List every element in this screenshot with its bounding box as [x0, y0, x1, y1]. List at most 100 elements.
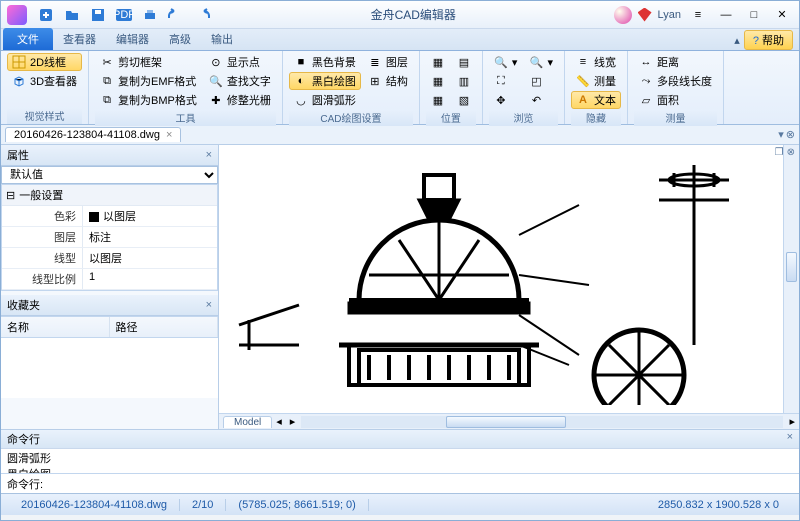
tab-output[interactable]: 输出 [201, 28, 243, 50]
command-log-panel: 命令行 × 圆滑弧形 黑白绘图 [1, 429, 799, 473]
command-input[interactable] [43, 478, 793, 490]
open-file-button[interactable] [61, 4, 83, 26]
vip-gem-icon[interactable] [638, 8, 652, 22]
save-file-button[interactable] [87, 4, 109, 26]
ribbon-label-cad: CAD绘图设置 [289, 109, 413, 126]
print-button[interactable] [139, 4, 161, 26]
close-window-button[interactable]: ✕ [771, 4, 793, 26]
model-tab[interactable]: Model [223, 416, 272, 428]
copy-emf-icon: ⧉ [100, 74, 114, 88]
title-bar: PDF 金舟CAD编辑器 Lyan ≡ — □ ✕ [1, 1, 799, 29]
clip-icon: ✂ [100, 55, 114, 69]
document-tab-close-icon[interactable]: × [166, 129, 172, 141]
ruler-icon: 📏 [576, 74, 590, 88]
btn-find-text[interactable]: 🔍查找文字 [204, 72, 276, 90]
file-menu-button[interactable]: 文件 [3, 28, 53, 50]
btn-pos-1[interactable]: ▦ [426, 53, 450, 71]
btn-pos-6[interactable]: ▧ [452, 91, 476, 109]
pdf-export-button[interactable]: PDF [113, 4, 135, 26]
btn-clip-frame[interactable]: ✂剪切框架 [95, 53, 202, 71]
zoom-out-icon: 🔍 [529, 55, 543, 69]
prop-row-layer[interactable]: 图层标注 [2, 227, 217, 248]
favorites-title: 收藏夹 [7, 297, 40, 313]
new-file-button[interactable] [35, 4, 57, 26]
user-name: Lyan [658, 9, 681, 21]
btn-black-bg[interactable]: ■黑色背景 [289, 53, 361, 71]
favorites-header: 收藏夹 × [1, 295, 218, 316]
tab-close-all-icon[interactable]: ⊗ [786, 128, 795, 141]
favorites-col-path[interactable]: 路径 [110, 317, 219, 337]
ribbon-label-measure: 测量 [634, 109, 717, 126]
ribbon-label-browse: 浏览 [489, 109, 558, 126]
btn-copy-bmp[interactable]: ⧉复制为BMP格式 [95, 91, 202, 109]
prop-row-color[interactable]: 色彩以图层 [2, 206, 217, 227]
btn-2d-wireframe[interactable]: 2D线框 [7, 53, 82, 71]
properties-header: 属性 × [1, 145, 218, 166]
btn-pos-4[interactable]: ▤ [452, 53, 476, 71]
btn-show-points[interactable]: ⊙显示点 [204, 53, 276, 71]
btn-repair-raster[interactable]: ✚修整光栅 [204, 91, 276, 109]
prop-row-linescale[interactable]: 线型比例1 [2, 269, 217, 290]
btn-lineweight[interactable]: ≡线宽 [571, 53, 621, 71]
btn-distance[interactable]: ↔距离 [634, 53, 717, 71]
ribbon-label-position: 位置 [426, 109, 476, 126]
area-icon: ▱ [639, 93, 653, 107]
tab-advanced[interactable]: 高级 [159, 28, 201, 50]
drawing-canvas[interactable] [219, 145, 799, 413]
tab-nav-right-icon[interactable]: ▸ [286, 415, 300, 428]
btn-area[interactable]: ▱面积 [634, 91, 717, 109]
btn-zoom-prev[interactable]: ↶ [524, 91, 558, 109]
command-log-content: 圆滑弧形 黑白绘图 [1, 449, 799, 473]
btn-layers[interactable]: ≣图层 [363, 53, 413, 71]
btn-text-hide[interactable]: A文本 [571, 91, 621, 109]
window-title: 金舟CAD编辑器 [213, 6, 614, 23]
tab-overflow-icon[interactable]: ▾ [778, 128, 784, 141]
zoom-in-icon: 🔍 [494, 55, 508, 69]
undo-button[interactable] [165, 4, 187, 26]
command-log-close-icon[interactable]: × [787, 431, 793, 447]
favorites-close-icon[interactable]: × [206, 299, 212, 311]
zoom-prev-icon: ↶ [529, 93, 543, 107]
canvas-close-icon[interactable]: ⊗ [787, 147, 795, 158]
btn-measure-hide[interactable]: 📏测量 [571, 72, 621, 90]
vertical-scrollbar[interactable] [783, 145, 799, 413]
scroll-right-icon[interactable]: ▸ [785, 415, 799, 428]
btn-smooth-arc[interactable]: ◡圆滑弧形 [289, 91, 361, 109]
btn-zoom-out[interactable]: 🔍▾ [524, 53, 558, 71]
btn-pos-3[interactable]: ▦ [426, 91, 450, 109]
help-button[interactable]: ? 帮助 [744, 30, 793, 50]
menu-button[interactable]: ≡ [687, 4, 709, 26]
horizontal-scrollbar[interactable] [301, 416, 783, 428]
btn-bw-drawing[interactable]: ◐黑白绘图 [289, 72, 361, 90]
properties-default-select[interactable]: 默认值 [1, 166, 218, 184]
maximize-button[interactable]: □ [743, 4, 765, 26]
prop-row-linetype[interactable]: 线型以图层 [2, 248, 217, 269]
tab-nav-left-icon[interactable]: ◂ [272, 415, 286, 428]
ribbon-group-tools: ✂剪切框架 ⧉复制为EMF格式 ⧉复制为BMP格式 ⊙显示点 🔍查找文字 ✚修整… [89, 51, 283, 124]
favorites-col-name[interactable]: 名称 [1, 317, 110, 337]
btn-pan[interactable]: ✥ [489, 91, 523, 109]
ribbon-group-hide: ≡线宽 📏测量 A文本 隐藏 [565, 51, 628, 124]
btn-structure[interactable]: ⊞结构 [363, 72, 413, 90]
canvas-restore-icon[interactable]: ❐ [775, 147, 784, 158]
ribbon-group-browse: 🔍▾ ⛶ ✥ 🔍▾ ◰ ↶ 浏览 [483, 51, 565, 124]
properties-category[interactable]: ⊟一般设置 [2, 185, 217, 206]
btn-zoom-in[interactable]: 🔍▾ [489, 53, 523, 71]
btn-polyline-length[interactable]: ⤳多段线长度 [634, 72, 717, 90]
btn-pos-2[interactable]: ▦ [426, 72, 450, 90]
minimize-ribbon-icon[interactable]: ▴ [734, 34, 740, 47]
document-tab[interactable]: 20160426-123804-41108.dwg × [5, 127, 181, 142]
ribbon-group-measure: ↔距离 ⤳多段线长度 ▱面积 测量 [628, 51, 724, 124]
redo-button[interactable] [191, 4, 213, 26]
minimize-button[interactable]: — [715, 4, 737, 26]
btn-zoom-fit[interactable]: ⛶ [489, 72, 523, 90]
user-avatar-icon[interactable] [614, 6, 632, 24]
btn-pos-5[interactable]: ▥ [452, 72, 476, 90]
ribbon: 2D线框 3D查看器 视觉样式 ✂剪切框架 ⧉复制为EMF格式 ⧉复制为BMP格… [1, 51, 799, 125]
tab-editor[interactable]: 编辑器 [106, 28, 159, 50]
btn-zoom-window[interactable]: ◰ [524, 72, 558, 90]
tab-viewer[interactable]: 查看器 [53, 28, 106, 50]
btn-3d-viewer[interactable]: 3D查看器 [7, 72, 82, 90]
properties-close-icon[interactable]: × [206, 149, 212, 161]
btn-copy-emf[interactable]: ⧉复制为EMF格式 [95, 72, 202, 90]
